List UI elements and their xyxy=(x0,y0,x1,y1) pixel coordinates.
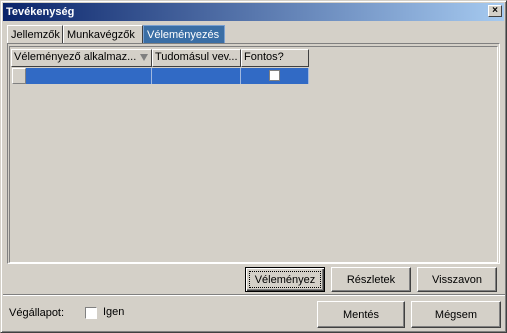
window-title: Tevékenység xyxy=(6,6,75,18)
cancel-button[interactable]: Mégsem xyxy=(411,301,501,328)
footer-separator xyxy=(3,294,505,296)
tab-velemenyezes[interactable]: Véleményezés xyxy=(143,25,225,43)
dialog-window: Tevékenység × Jellemzők Munkavégzők Véle… xyxy=(0,0,507,333)
close-icon: × xyxy=(492,5,498,16)
close-button[interactable]: × xyxy=(488,5,502,17)
cancel-button-label: Mégsem xyxy=(434,308,478,321)
tab-munkavegzok[interactable]: Munkavégzők xyxy=(63,25,143,43)
save-button-label: Mentés xyxy=(342,308,380,321)
review-button-label: Véleményez xyxy=(254,273,316,286)
cell-acknowledged[interactable] xyxy=(152,68,241,84)
save-button[interactable]: Mentés xyxy=(317,301,405,328)
final-state-checkbox[interactable] xyxy=(85,307,97,319)
filter-icon[interactable] xyxy=(140,54,148,61)
column-header-reviewer[interactable]: Véleményező alkalmaz... xyxy=(11,49,152,67)
final-state-label: Végállapot: xyxy=(9,307,65,319)
tab-panel-velemenyezes: Véleményező alkalmaz... Tudomásul vev...… xyxy=(7,43,500,264)
review-button[interactable]: Véleményez xyxy=(245,267,325,292)
revoke-button-label: Visszavon xyxy=(432,273,482,286)
title-bar[interactable]: Tevékenység × xyxy=(3,3,504,21)
column-header-label: Véleményező alkalmaz... xyxy=(14,51,137,63)
tab-jellemzok[interactable]: Jellemzők xyxy=(7,25,63,43)
tab-label: Véleményezés xyxy=(147,29,220,41)
important-checkbox[interactable] xyxy=(269,70,280,81)
details-button-label: Részletek xyxy=(346,273,396,286)
tab-label: Jellemzők xyxy=(11,29,60,41)
tab-label: Munkavégzők xyxy=(67,29,135,41)
details-button[interactable]: Részletek xyxy=(331,267,411,292)
column-header-important[interactable]: Fontos? xyxy=(241,49,309,67)
final-state-checkbox-label[interactable]: Igen xyxy=(103,306,124,318)
column-header-label: Tudomásul vev... xyxy=(155,51,238,63)
cell-important[interactable] xyxy=(241,68,309,84)
column-header-acknowledged[interactable]: Tudomásul vev... xyxy=(152,49,241,67)
row-indicator[interactable] xyxy=(12,68,26,84)
cell-reviewer[interactable] xyxy=(26,68,152,84)
revoke-button[interactable]: Visszavon xyxy=(417,267,497,292)
review-grid[interactable]: Véleményező alkalmaz... Tudomásul vev...… xyxy=(9,46,498,263)
column-header-label: Fontos? xyxy=(244,51,284,63)
